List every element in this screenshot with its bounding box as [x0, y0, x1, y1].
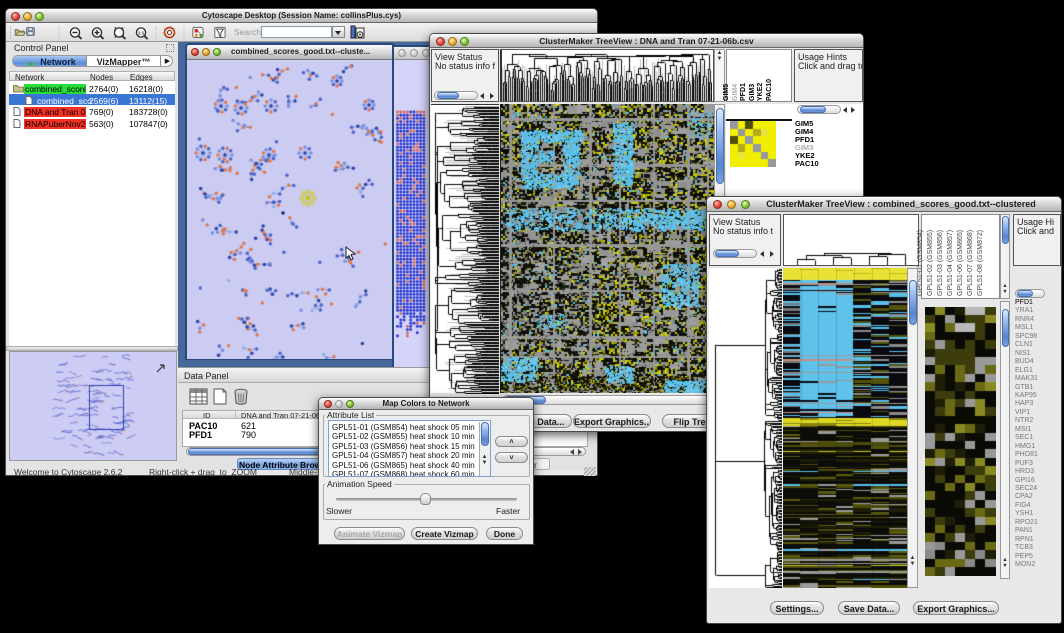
svg-text:1:1: 1:1: [138, 31, 145, 36]
